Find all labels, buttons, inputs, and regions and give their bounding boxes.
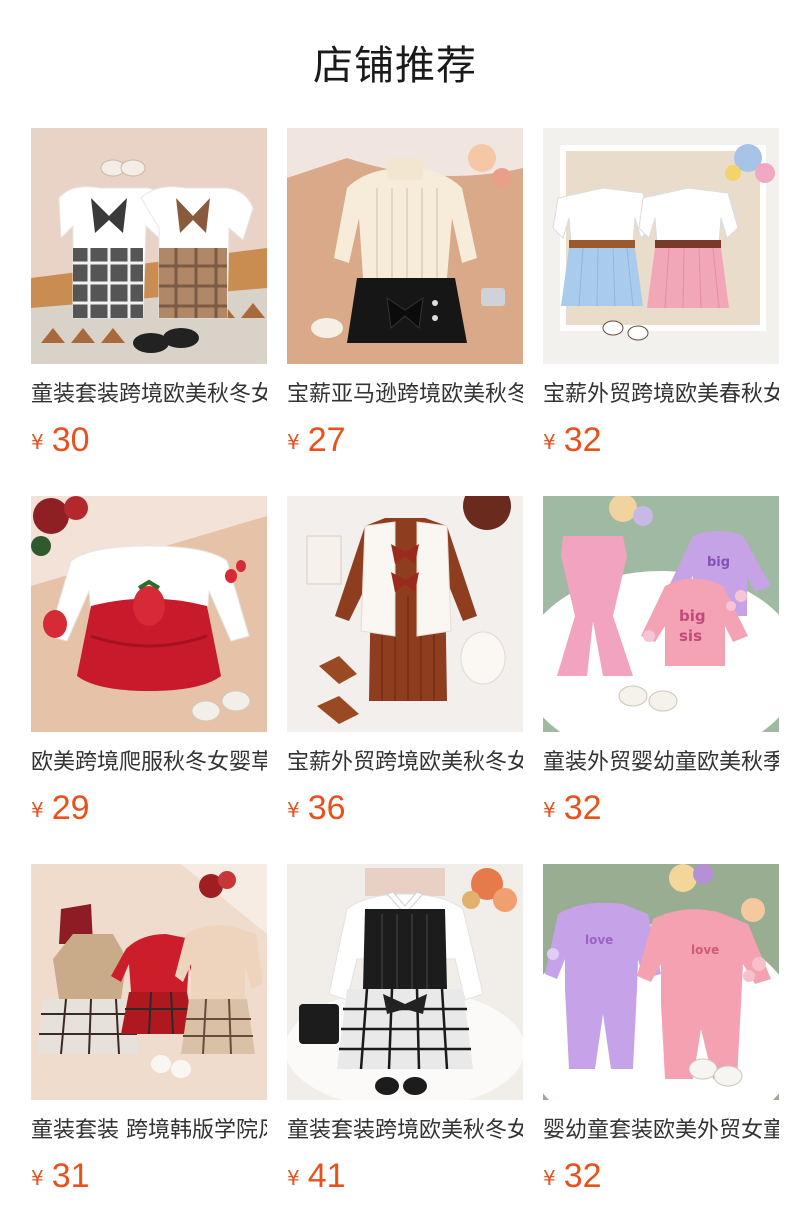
price-value: 36 bbox=[307, 789, 346, 827]
product-image[interactable] bbox=[287, 496, 523, 732]
product-card[interactable]: 童装套装跨境欧美秋冬女童衬衫针织马甲格子裙 ¥41 bbox=[287, 864, 523, 1200]
currency-symbol: ¥ bbox=[287, 798, 300, 822]
currency-symbol: ¥ bbox=[543, 430, 556, 454]
product-image[interactable] bbox=[31, 496, 267, 732]
product-image[interactable]: big sis big bbox=[543, 496, 779, 732]
price-value: 30 bbox=[51, 421, 90, 459]
price-value: 32 bbox=[563, 1157, 602, 1195]
product-card[interactable]: 宝薪外贸跨境欧美秋冬女童毛绒马甲针织裙套装 ¥36 bbox=[287, 496, 523, 832]
svg-text:big: big bbox=[679, 607, 706, 625]
product-price: ¥30 bbox=[31, 420, 267, 460]
product-name[interactable]: 宝薪外贸跨境欧美春秋女童吊带上衣百褶裙两件套 bbox=[543, 378, 779, 412]
store-recommendations-page: 店铺推荐 童装套装跨境欧美秋冬女 ¥ 30 宝薪亚马逊跨境欧美秋冬 ¥ 27 宝… bbox=[0, 0, 790, 1232]
svg-text:love: love bbox=[585, 933, 613, 947]
product-price: ¥27 bbox=[287, 420, 523, 460]
page-title: 店铺推荐 bbox=[313, 43, 477, 89]
product-image[interactable]: love love bbox=[543, 864, 779, 1100]
svg-text:sis: sis bbox=[679, 627, 702, 645]
product-card[interactable]: big sis big 童装外贸婴幼童欧美秋季女童卫衣喇叭裤套装 ¥32 bbox=[543, 496, 779, 832]
product-image[interactable] bbox=[31, 128, 267, 364]
product-name[interactable]: 宝薪亚马逊跨境欧美秋冬女童针织上衣蝴蝶结短裤套装 bbox=[287, 378, 523, 412]
product-price: ¥32 bbox=[543, 788, 779, 828]
product-price: ¥32 bbox=[543, 420, 779, 460]
price-value: 32 bbox=[563, 789, 602, 827]
product-name[interactable]: 童装外贸婴幼童欧美秋季女童卫衣喇叭裤套装 bbox=[543, 746, 779, 780]
product-price: ¥36 bbox=[287, 788, 523, 828]
currency-symbol: ¥ bbox=[543, 798, 556, 822]
price-value: 29 bbox=[51, 789, 90, 827]
currency-symbol: ¥ bbox=[31, 430, 44, 454]
product-name[interactable]: 童装套装跨境欧美秋冬女童长袖上衣格子半身裙两件套 bbox=[31, 378, 267, 412]
product-card[interactable]: 宝薪亚马逊跨境欧美秋冬女童针织上衣蝴蝶结短裤套装 ¥27 bbox=[287, 128, 523, 464]
product-name[interactable]: 宝薪外贸跨境欧美秋冬女童毛绒马甲针织裙套装 bbox=[287, 746, 523, 780]
product-image[interactable] bbox=[287, 128, 523, 364]
svg-text:big: big bbox=[707, 555, 730, 570]
price-value: 41 bbox=[307, 1157, 346, 1195]
product-card[interactable]: love love 婴幼童套装欧美外贸女童卫衣长裤两件套 ¥32 bbox=[543, 864, 779, 1200]
product-grid: 童装套装跨境欧美秋冬女童长袖上衣格子半身裙两件套 ¥30 bbox=[31, 128, 790, 1200]
product-price: ¥29 bbox=[31, 788, 267, 828]
svg-text:love: love bbox=[691, 943, 719, 957]
price-value: 32 bbox=[563, 421, 602, 459]
price-value: 31 bbox=[51, 1157, 90, 1195]
product-image[interactable] bbox=[31, 864, 267, 1100]
product-card[interactable]: 宝薪外贸跨境欧美春秋女童吊带上衣百褶裙两件套 ¥32 bbox=[543, 128, 779, 464]
currency-symbol: ¥ bbox=[287, 1166, 300, 1190]
product-card[interactable]: 童装套装跨境欧美秋冬女童长袖上衣格子半身裙两件套 ¥30 bbox=[31, 128, 267, 464]
product-card[interactable]: 童装套装 跨境韩版学院风女童格子裙套装 ¥31 bbox=[31, 864, 267, 1200]
currency-symbol: ¥ bbox=[287, 430, 300, 454]
product-image[interactable] bbox=[543, 128, 779, 364]
currency-symbol: ¥ bbox=[31, 798, 44, 822]
product-price: ¥31 bbox=[31, 1156, 267, 1196]
product-image[interactable] bbox=[287, 864, 523, 1100]
currency-symbol: ¥ bbox=[31, 1166, 44, 1190]
price-value: 27 bbox=[307, 421, 346, 459]
currency-symbol: ¥ bbox=[543, 1166, 556, 1190]
product-name[interactable]: 童装套装跨境欧美秋冬女童衬衫针织马甲格子裙 bbox=[287, 1114, 523, 1148]
product-price: ¥41 bbox=[287, 1156, 523, 1196]
product-name[interactable]: 欧美跨境爬服秋冬女婴草莓连体衣哈衣 bbox=[31, 746, 267, 780]
product-price: ¥32 bbox=[543, 1156, 779, 1196]
product-name[interactable]: 婴幼童套装欧美外贸女童卫衣长裤两件套 bbox=[543, 1114, 779, 1148]
product-card[interactable]: 欧美跨境爬服秋冬女婴草莓连体衣哈衣 ¥29 bbox=[31, 496, 267, 832]
product-name[interactable]: 童装套装 跨境韩版学院风女童格子裙套装 bbox=[31, 1114, 267, 1148]
